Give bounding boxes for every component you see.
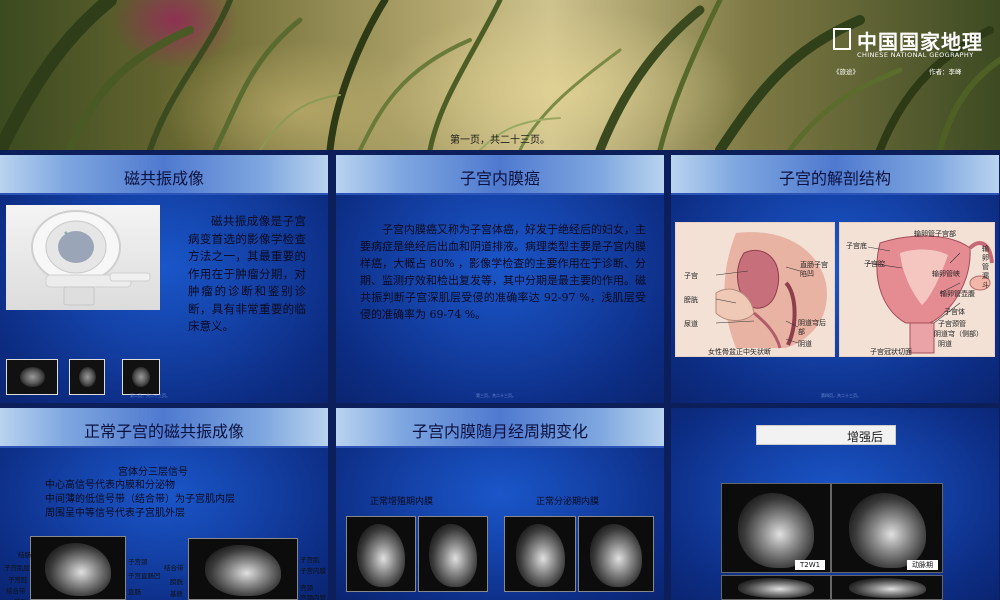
slide-thumbnail-endometrial-cancer[interactable]: 子宫内膜癌 子宫内膜癌又称为子宫体癌，好发于绝经后的妇女，主要病症是绝经后出血和… [336, 155, 664, 403]
label-vagina-coronal: 阴道 [938, 340, 952, 348]
logo-author: 作者：李峰 [929, 68, 962, 76]
slide-bullet-list: 中心高信号代表内膜和分泌物 中间薄的低信号带（结合带）为子宫肌内层 周围呈中等信… [45, 479, 235, 521]
label-tube-uterine-part: 输卵管子宫部 [914, 230, 956, 238]
label-lateral-fornix: 阴道穹（侧部） [934, 330, 983, 338]
slide-thumbnail-mri-intro[interactable]: 磁共振成像 磁共振成像是子宫病变首选的影像学检查方法之一，其最重要的作用在于肿瘤… [0, 155, 328, 403]
mri-axial-scan [188, 538, 298, 600]
slide-title: 正常子宫的磁共振成像 [83, 422, 244, 441]
scan-label: 子宫直肠凹 [128, 572, 161, 580]
mri-proliferative-sagittal [346, 516, 416, 592]
slide-title: 子宫内膜随月经周期变化 [411, 422, 588, 441]
logo-subtitle: CHINESE NATIONAL GEOGRAPHY [857, 51, 974, 59]
slide-thumbnail-normal-uterus-mri[interactable]: 正常子宫的磁共振成像 宫体分三层信号 中心高信号代表内膜和分泌物 中间薄的低信号… [0, 408, 328, 600]
caption-sagittal: 女性骨盆正中矢状断 [708, 348, 771, 356]
label-tube-infundibulum: 输卵管漏斗 [982, 245, 989, 289]
slide-title: 增强后 [846, 430, 883, 444]
scan-label: 结合带 [6, 587, 26, 595]
scan-label: 基质 [170, 590, 183, 598]
label-vagina: 阴道 [798, 340, 812, 348]
caption-secretory: 正常分泌期内膜 [536, 497, 600, 507]
bullet-line: 中间薄的低信号带（结合带）为子宫肌内层 [45, 494, 235, 505]
slide-footer: 第二页，共二十三页。 [130, 393, 170, 398]
scan-label: 膀胱 [14, 596, 27, 600]
scan-label: 宫颈内管 [300, 594, 326, 600]
page-counter: 第一页，共二十三页。 [450, 135, 550, 146]
label-uterine-cavity: 子宫腔 [864, 260, 885, 268]
mri-thumbnail-axial [6, 359, 58, 395]
scan-label: 结肠 [18, 551, 31, 559]
bullet-line: 周围呈中等信号代表子宫肌外层 [45, 508, 185, 519]
label-urethra: 尿道 [684, 320, 698, 328]
mri-thumbnail-sagittal [69, 359, 105, 395]
scan-label: 子宫腔 [8, 576, 28, 584]
label-cervical-canal: 子宫颈管 [938, 320, 966, 328]
scan-label: 子宫内膜 [300, 567, 326, 575]
label-fundus: 子宫底 [846, 242, 867, 250]
mri-delayed-scan-left [721, 575, 831, 600]
label-tube-isthmus: 输卵管峡 [932, 270, 960, 278]
label-posterior-fornix: 阴道穹后部 [798, 319, 826, 336]
slide-title: 磁共振成像 [123, 169, 204, 188]
logo-series: 《旅途》 [833, 68, 859, 76]
bullet-line: 中心高信号代表内膜和分泌物 [45, 480, 175, 491]
slide-thumbnail-menstrual-cycle[interactable]: 子宫内膜随月经周期变化 正常增殖期内膜 正常分泌期内膜 [336, 408, 664, 600]
label-rectouterine-pouch: 直肠子宫陷凹 [800, 261, 828, 278]
caption-coronal: 子宫冠状切面 [870, 348, 912, 356]
scan-label: 子宫肌层 [4, 564, 30, 572]
slide-thumbnail-uterus-anatomy[interactable]: 子宫的解剖结构 子宫 膀胱 尿道 直肠子宫陷凹 阴道穹后部 阴道 女性骨盆正中矢… [671, 155, 999, 403]
mri-secretory-axial [578, 516, 654, 592]
slide-body-text: 磁共振成像是子宫病变首选的影像学检查方法之一，其最重要的作用在于肿瘤分期，对肿瘤… [188, 214, 306, 333]
mri-thumbnail-pelvis [122, 359, 160, 395]
logo-frame-icon [833, 28, 851, 50]
slide-title: 子宫内膜癌 [459, 169, 540, 188]
mri-secretory-sagittal [504, 516, 576, 592]
scan-label: 结合带 [164, 564, 184, 572]
scan-label: 子宫颈 [128, 558, 148, 566]
slide-thumbnail-contrast-enhanced[interactable]: 增强后 T2W1 动脉期 [671, 408, 999, 600]
slide-heading: 宫体分三层信号 [118, 467, 188, 478]
label-uterus: 子宫 [684, 272, 698, 280]
slide-footer: 第三页，共二十三页。 [476, 393, 516, 398]
coronal-anatomy-diagram: 子宫底 子宫腔 输卵管子宫部 输卵管峡 输卵管壶腹 输卵管漏斗 子宫体 子宫颈管… [839, 222, 995, 357]
scan-label: 直肠 [128, 588, 141, 596]
scan-label: 宫颈 [300, 584, 313, 592]
mri-proliferative-axial [418, 516, 488, 592]
label-tube-ampulla: 输卵管壶腹 [940, 290, 975, 298]
mri-sagittal-scan [30, 536, 126, 600]
slide-title: 子宫的解剖结构 [778, 169, 891, 188]
mri-scanner-photo [6, 205, 160, 310]
scan-label: 子宫肌 [300, 556, 320, 564]
mri-delayed-scan-right [831, 575, 943, 600]
scan-tag-arterial: 动脉期 [907, 560, 938, 570]
sagittal-anatomy-diagram: 子宫 膀胱 尿道 直肠子宫陷凹 阴道穹后部 阴道 女性骨盆正中矢状断 [675, 222, 835, 357]
scan-tag-t2w: T2W1 [795, 560, 826, 570]
label-bladder: 膀胱 [684, 296, 698, 304]
title-banner: 中国国家地理 CHINESE NATIONAL GEOGRAPHY 《旅途》 作… [0, 0, 1000, 150]
slide-body-text: 子宫内膜癌又称为子宫体癌，好发于绝经后的妇女，主要病症是绝经后出血和阴道排液。病… [360, 223, 646, 321]
caption-proliferative: 正常增殖期内膜 [370, 497, 434, 507]
slide-footer: 第四页，共二十三页。 [821, 393, 861, 398]
slide-title-badge: 增强后 [756, 425, 896, 445]
label-uterine-body: 子宫体 [944, 308, 965, 316]
scan-label: 膀胱 [170, 578, 183, 586]
